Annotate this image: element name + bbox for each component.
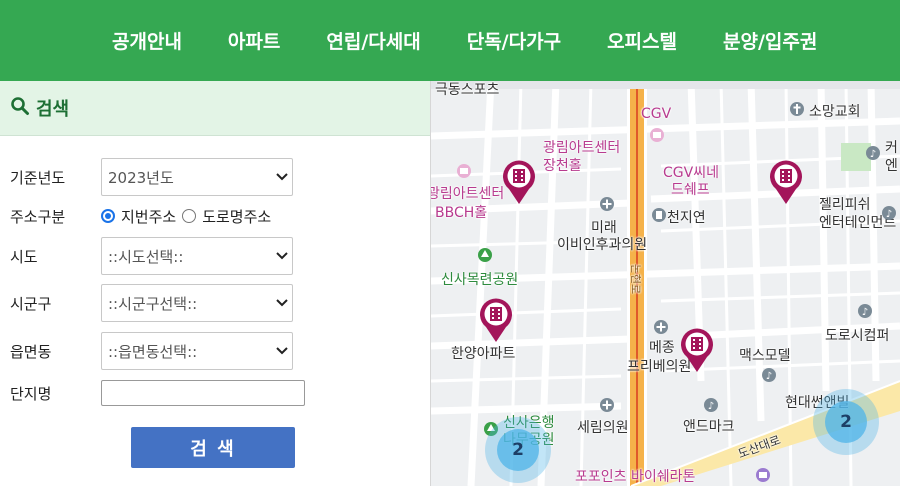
eupmyeondong-label: 읍면동 <box>10 342 52 361</box>
cluster-count: 2 <box>497 429 539 471</box>
nav-item-rowhouse[interactable]: 연립/다세대 <box>326 27 420 54</box>
eupmyeondong-row: 읍면동 ::읍면동선택:: <box>10 332 293 370</box>
sigungu-select-value: ::시군구선택:: <box>108 294 198 313</box>
nav-item-disclosure[interactable]: 공개안내 <box>112 27 182 54</box>
map-label-hanyang: 한양아파트 <box>451 346 516 362</box>
sido-row: 시도 ::시도선택:: <box>10 237 293 275</box>
svg-text:♪: ♪ <box>870 149 876 160</box>
complex-label: 단지명 <box>10 384 52 403</box>
map-label-sports: 극동스포츠 <box>435 82 500 98</box>
address-radio-jibun-label: 지번주소 <box>121 207 177 226</box>
sido-label: 시도 <box>10 247 38 266</box>
year-row: 기준년도 2023년도 <box>10 158 293 196</box>
year-select-value: 2023년도 <box>108 168 174 187</box>
chevron-down-icon <box>272 347 292 355</box>
nav-item-presale[interactable]: 분양/입주권 <box>723 27 817 54</box>
map-label-dosi: 도로시컴퍼 <box>825 328 890 344</box>
sido-select[interactable]: ::시도선택:: <box>101 237 293 275</box>
top-navigation: 공개안내 아파트 연립/다세대 단독/다가구 오피스텔 분양/입주권 <box>0 0 900 81</box>
radio-unselected-icon <box>182 209 197 223</box>
map-label-road: 논현로 <box>629 263 643 295</box>
search-header: 검색 <box>0 81 430 136</box>
map-label-gwangrim-center: 광림아트센터 <box>543 140 621 156</box>
svg-text:♪: ♪ <box>886 209 892 220</box>
nav-item-apartment[interactable]: 아파트 <box>228 27 280 54</box>
year-label: 기준년도 <box>10 168 66 187</box>
sigungu-label: 시군구 <box>10 294 52 313</box>
cluster-count: 2 <box>825 401 867 443</box>
nav-item-officetel[interactable]: 오피스텔 <box>607 27 677 54</box>
address-radio-road-label: 도로명주소 <box>202 207 272 226</box>
map-label-somang: 소망교회 <box>809 104 861 120</box>
address-radio-jibun[interactable]: 지번주소 <box>101 206 176 227</box>
svg-text:♪: ♪ <box>766 371 772 382</box>
map-label-max: 맥스모델 <box>739 348 791 364</box>
eupmyeondong-select[interactable]: ::읍면동선택:: <box>101 332 293 370</box>
map-label-cgv: CGV <box>641 106 672 122</box>
search-title: 검색 <box>36 99 70 120</box>
eupmyeondong-select-value: ::읍면동선택:: <box>108 342 198 361</box>
map-label-mejong: 메종 <box>649 340 675 356</box>
nav-item-detached[interactable]: 단독/다가구 <box>467 27 561 54</box>
map-label-andeu: 앤드마크 <box>683 419 735 435</box>
sigungu-select[interactable]: ::시군구선택:: <box>101 284 293 322</box>
radio-selected-icon <box>101 209 115 223</box>
chevron-down-icon <box>272 299 292 307</box>
sido-select-value: ::시도선택:: <box>108 247 184 266</box>
map-view[interactable]: 극동스포츠 소망교회 CGV 광림아트센터 장천홀 CGV씨네 드쉐프 광림아트… <box>431 81 900 486</box>
search-button[interactable]: 검 색 <box>131 427 295 468</box>
map-label-en: 엔 <box>885 158 898 174</box>
map-label-jellyfish: 젤리피쉬 <box>819 197 871 213</box>
svg-text:♪: ♪ <box>708 401 714 412</box>
address-type-label: 주소구분 <box>10 207 66 226</box>
map-label-ibiin: 이비인후과의원 <box>557 237 648 253</box>
sigungu-row: 시군구 ::시군구선택:: <box>10 284 293 322</box>
complex-name-input[interactable] <box>101 380 305 406</box>
chevron-down-icon <box>272 173 292 181</box>
map-label-serim: 세림의원 <box>577 420 629 436</box>
search-panel: 검색 기준년도 2023년도 주소구분 지번주소 도로명주소 시도 ::시도선택… <box>0 81 431 486</box>
svg-text:♪: ♪ <box>862 307 868 318</box>
map-label-cheonjiyeon: 천지연 <box>667 210 706 226</box>
chevron-down-icon <box>272 252 292 260</box>
map-label-chef: 드쉐프 <box>671 182 710 198</box>
year-select[interactable]: 2023년도 <box>101 158 293 196</box>
map-label-bbch: BBCH홀 <box>435 205 488 221</box>
map-label-jangcheon: 장천홀 <box>543 158 582 174</box>
cluster-marker[interactable]: 2 <box>813 389 879 455</box>
map-label-ke: 커 <box>885 140 898 156</box>
search-icon <box>10 96 30 120</box>
map-label-popoints: 포포인츠 바이쉐라톤 <box>575 469 696 485</box>
map-label-gwangrim-center-2: 광림아트센터 <box>431 186 505 202</box>
address-type-row: 주소구분 지번주소 도로명주소 <box>10 204 273 228</box>
complex-row: 단지명 <box>10 380 305 406</box>
map-label-sinsa-park: 신사목련공원 <box>441 272 519 288</box>
address-radio-road[interactable]: 도로명주소 <box>182 206 271 227</box>
cluster-marker[interactable]: 2 <box>485 417 551 483</box>
